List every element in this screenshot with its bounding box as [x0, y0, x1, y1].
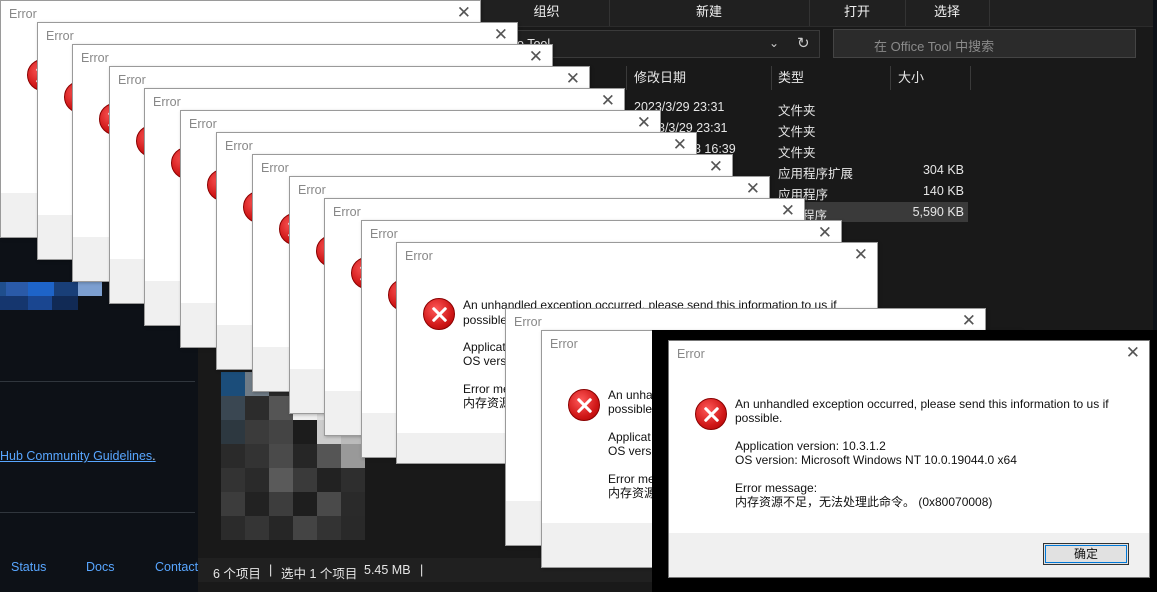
error-dialog-active: Error ✕ An unhandled exception occurred,… — [668, 340, 1150, 578]
new-button[interactable]: 新建 — [609, 0, 810, 26]
error-description: possible — [463, 313, 508, 327]
error-message-label: Error me — [463, 382, 510, 396]
error-description: An unha — [608, 388, 653, 402]
column-header-modified[interactable]: 修改日期 — [634, 68, 686, 90]
dialog-title: Error — [405, 249, 433, 263]
desktop: Hub Community Guidelines. Status Docs Co… — [0, 0, 1157, 592]
status-separator: | — [269, 563, 273, 577]
error-icon — [423, 298, 455, 330]
ok-button[interactable]: 确定 — [1043, 543, 1129, 565]
divider — [0, 512, 195, 513]
dialog-title: Error — [225, 139, 253, 153]
row-size[interactable]: 140 KB — [894, 184, 964, 198]
status-separator: | — [420, 563, 424, 577]
dialog-title: Error — [81, 51, 109, 65]
error-message-label: Error me — [608, 472, 655, 486]
close-icon[interactable]: ✕ — [457, 3, 471, 23]
app-version: Applicat — [463, 340, 506, 354]
footer-link-docs[interactable]: Docs — [86, 560, 114, 574]
selected-size: 5.45 MB — [364, 563, 411, 577]
row-size[interactable]: 5,590 KB — [894, 205, 964, 219]
error-message-text: 内存资源 — [608, 486, 657, 500]
select-button[interactable]: 选择 — [905, 0, 990, 26]
dialog-title: Error — [333, 205, 361, 219]
item-count: 6 个项目 — [213, 567, 261, 581]
dialog-footer: 确定 — [669, 533, 1149, 577]
row-type[interactable]: 文件夹 — [778, 121, 816, 140]
column-separator — [626, 66, 627, 90]
dialog-title: Error — [9, 7, 37, 21]
dialog-title: Error — [514, 315, 542, 329]
error-description: possible — [608, 402, 653, 416]
row-size[interactable]: 304 KB — [894, 163, 964, 177]
os-version: OS versi — [608, 444, 655, 458]
row-type[interactable]: 文件夹 — [778, 100, 816, 119]
dialog-title: Error — [189, 117, 217, 131]
close-icon[interactable]: ✕ — [962, 311, 976, 331]
row-type[interactable]: 文件夹 — [778, 142, 816, 161]
row-type[interactable]: 应用程序扩展 — [778, 163, 853, 182]
error-description: possible. — [735, 411, 783, 425]
footer-link-status[interactable]: Status — [11, 560, 46, 574]
error-message-text: 内存资源 — [463, 396, 512, 410]
close-icon[interactable]: ✕ — [494, 25, 508, 45]
dialog-title: Error — [298, 183, 326, 197]
dialog-title: Error — [118, 73, 146, 87]
close-icon[interactable]: ✕ — [818, 223, 832, 243]
column-separator — [970, 66, 971, 90]
dialog-title: Error — [677, 347, 705, 361]
close-icon[interactable]: ✕ — [601, 91, 615, 111]
dialog-title: Error — [153, 95, 181, 109]
column-header-type[interactable]: 类型 — [778, 68, 804, 90]
error-description: An unhandled exception occurred, please … — [735, 397, 1109, 411]
divider — [0, 381, 195, 382]
footer-link-contact[interactable]: Contact — [155, 560, 198, 574]
column-separator — [771, 66, 772, 90]
column-header-size[interactable]: 大小 — [898, 68, 924, 90]
close-icon[interactable]: ✕ — [854, 245, 868, 265]
close-icon[interactable]: ✕ — [1126, 343, 1140, 363]
os-version: OS versi — [463, 354, 510, 368]
error-message-label: Error message: — [735, 481, 818, 495]
column-separator — [890, 66, 891, 90]
app-version: Applicat — [608, 430, 651, 444]
dialog-title: Error — [370, 227, 398, 241]
refresh-icon[interactable]: ↻ — [797, 34, 810, 52]
dialog-title: Error — [550, 337, 578, 351]
close-icon[interactable]: ✕ — [673, 135, 687, 155]
pixelated-image-strip — [0, 282, 110, 310]
search-input[interactable]: 在 Office Tool 中搜索 — [833, 29, 1136, 58]
close-icon[interactable]: ✕ — [709, 157, 723, 177]
dialog-title: Error — [46, 29, 74, 43]
close-icon[interactable]: ✕ — [637, 113, 651, 133]
error-icon — [568, 389, 600, 421]
close-icon[interactable]: ✕ — [781, 201, 795, 221]
open-button[interactable]: 打开 — [809, 0, 906, 26]
community-guidelines-link[interactable]: Hub Community Guidelines. — [0, 449, 156, 463]
app-version: Application version: 10.3.1.2 — [735, 439, 886, 453]
dialog-title: Error — [261, 161, 289, 175]
error-message-text: 内存资源不足，无法处理此命令。 (0x80070008) — [735, 495, 993, 509]
search-placeholder: 在 Office Tool 中搜索 — [874, 39, 995, 54]
close-icon[interactable]: ✕ — [746, 179, 760, 199]
error-icon — [695, 398, 727, 430]
close-icon[interactable]: ✕ — [566, 69, 580, 89]
close-icon[interactable]: ✕ — [529, 47, 543, 67]
os-version: OS version: Microsoft Windows NT 10.0.19… — [735, 453, 1017, 467]
chevron-down-icon[interactable]: ⌄ — [769, 36, 779, 50]
selected-count: 选中 1 个项目 — [281, 567, 358, 581]
